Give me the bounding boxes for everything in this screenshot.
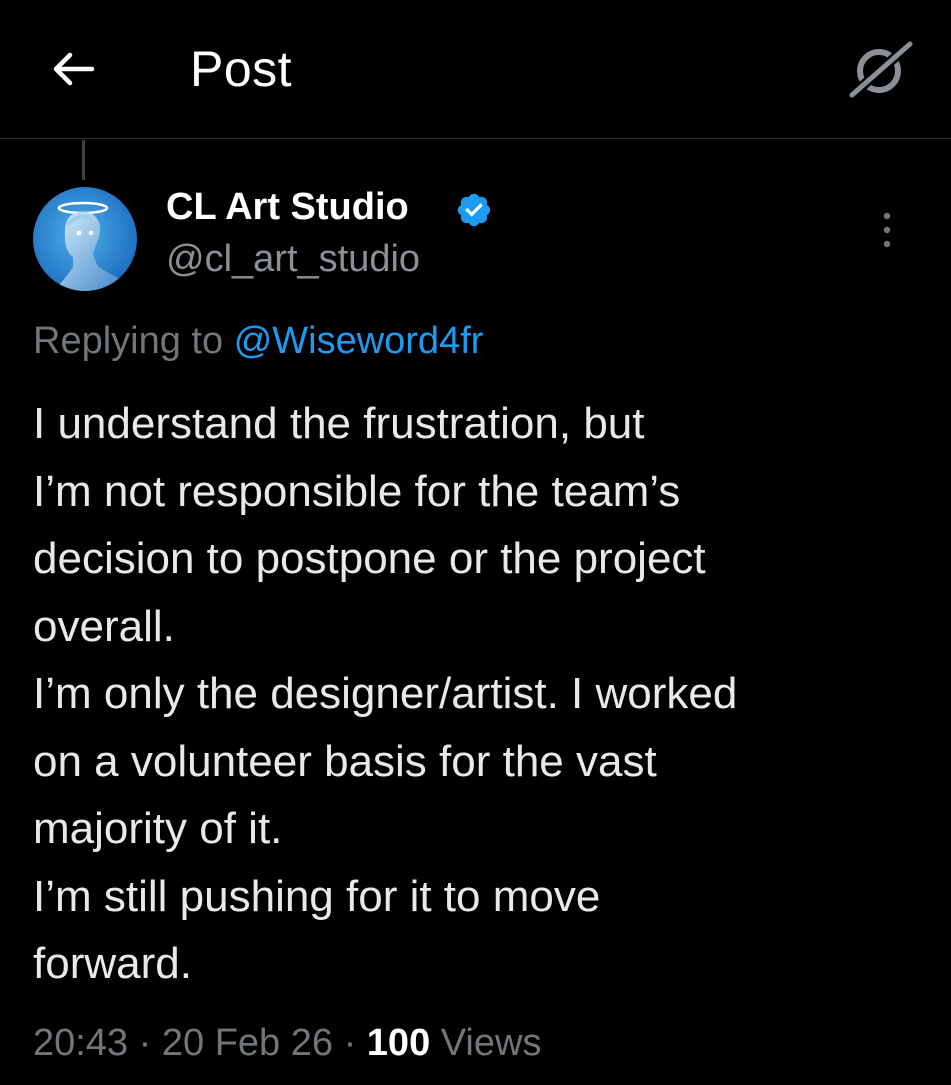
replying-to-mention-link[interactable]: @Wiseword4fr — [234, 320, 484, 362]
post-text: I understand the frustration, but I’m no… — [33, 390, 923, 998]
replying-to: Replying to @Wiseword4fr — [33, 320, 483, 363]
verified-badge-icon[interactable] — [455, 191, 493, 229]
more-vertical-icon[interactable] — [875, 208, 899, 252]
meta-separator: · — [138, 1022, 152, 1064]
back-arrow-icon[interactable] — [48, 44, 98, 94]
replying-to-label: Replying to — [33, 320, 224, 362]
post-text-line: overall. — [33, 601, 175, 651]
meta-separator: · — [343, 1022, 357, 1064]
views-label: Views — [440, 1022, 542, 1064]
post-text-line: on a volunteer basis for the vast — [33, 736, 657, 786]
post-text-line: forward. — [33, 939, 192, 988]
post-text-line: I’m only the designer/artist. I worked — [33, 669, 738, 718]
views-count[interactable]: 100 — [367, 1022, 430, 1064]
post-text-line: majority of it. — [33, 804, 283, 853]
author-avatar[interactable] — [33, 187, 137, 291]
thread-connector-line — [82, 140, 85, 180]
post-text-line: decision to postpone or the project — [33, 534, 706, 583]
post-time[interactable]: 20:43 — [33, 1022, 128, 1064]
top-bar: Post — [0, 0, 951, 139]
author-name[interactable]: CL Art Studio — [166, 186, 409, 229]
grok-icon[interactable] — [846, 40, 914, 100]
post-text-line: I’m still pushing for it to move — [33, 871, 601, 921]
page-title: Post — [190, 41, 293, 97]
post-text-line: I’m not responsible for the team’s — [33, 466, 681, 516]
app-window: Post CL Art Studio @cl_art_studio Replyi… — [0, 0, 951, 1085]
author-handle[interactable]: @cl_art_studio — [166, 238, 420, 281]
post-date[interactable]: 20 Feb 26 — [162, 1022, 333, 1064]
post-text-line: I understand the frustration, but — [33, 399, 645, 448]
post-metadata: 20:43 · 20 Feb 26 · 100 Views — [33, 1022, 541, 1065]
